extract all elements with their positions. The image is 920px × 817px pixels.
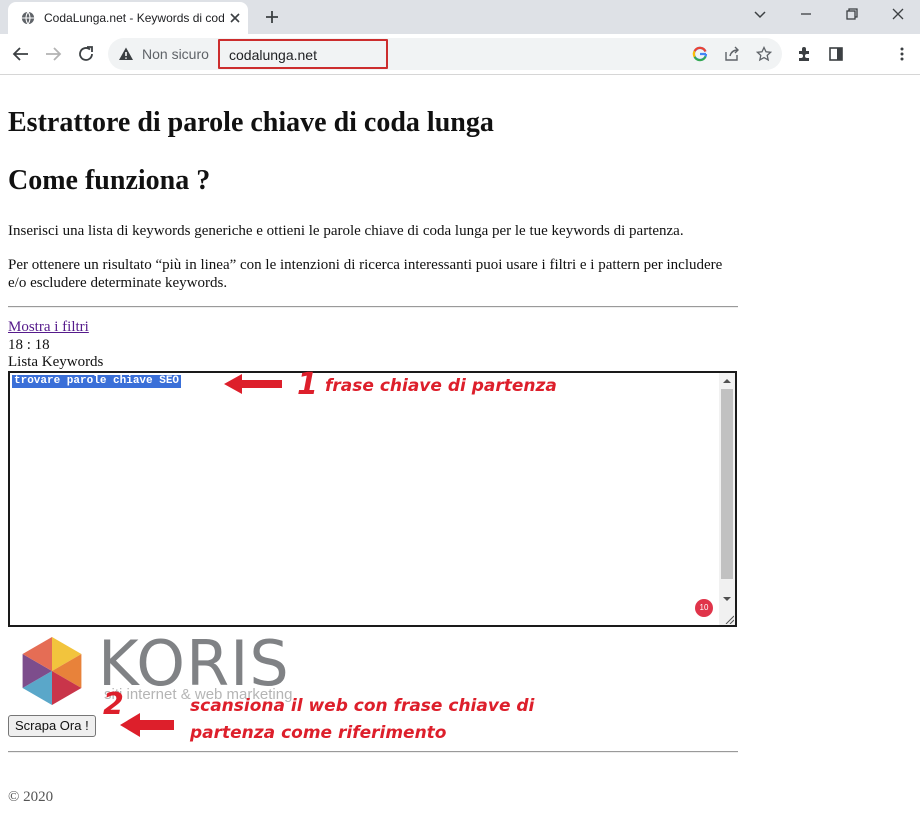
filters-paragraph: Per ottenere un risultato “più in linea”… <box>8 257 723 291</box>
close-tab-icon[interactable] <box>228 11 242 25</box>
extensions-puzzle-icon[interactable] <box>796 46 812 62</box>
url-text[interactable]: codalunga.net <box>229 47 317 63</box>
show-filters-link[interactable]: Mostra i filtri <box>8 318 89 336</box>
annotation-step-2-line-2: partenza come riferimento <box>190 723 447 743</box>
grammar-check-badge[interactable]: 10 <box>695 599 713 617</box>
keywords-label: Lista Keywords <box>8 354 104 370</box>
annotation-arrow-1-icon <box>224 374 282 394</box>
intro-paragraph: Inserisci una lista di keywords generich… <box>8 223 684 239</box>
browser-tab[interactable]: CodaLunga.net - Keywords di coda lunga <box>8 2 248 34</box>
google-lens-icon[interactable] <box>692 46 708 62</box>
warning-icon[interactable] <box>118 46 134 62</box>
tab-strip: CodaLunga.net - Keywords di coda lunga <box>0 0 920 34</box>
back-arrow-icon[interactable] <box>12 45 30 63</box>
minimize-icon[interactable] <box>798 6 814 22</box>
reload-icon[interactable] <box>77 45 95 63</box>
tab-search-icon[interactable] <box>752 6 768 22</box>
menu-kebab-icon[interactable] <box>894 46 910 62</box>
annotation-step-2-line-1: scansiona il web con frase chiave di <box>190 696 535 716</box>
address-bar[interactable]: Non sicuro codalunga.net <box>108 38 782 70</box>
new-tab-icon[interactable] <box>264 9 280 25</box>
globe-icon <box>21 11 35 25</box>
annotation-step-1-number: 1 <box>297 367 318 402</box>
scroll-up-arrow-icon[interactable] <box>723 377 731 385</box>
keyword-line-selected[interactable]: trovare parole chiave SEO <box>12 375 182 388</box>
page-title: Estrattore di parole chiave di coda lung… <box>8 107 494 138</box>
security-label[interactable]: Non sicuro <box>142 46 209 62</box>
url-highlight-box: codalunga.net <box>218 39 388 69</box>
share-icon[interactable] <box>724 46 740 62</box>
forward-arrow-icon[interactable] <box>44 45 62 63</box>
color-wheel-logo-icon <box>22 637 82 705</box>
annotation-arrow-2-icon <box>120 713 174 737</box>
footer-copyright: © 2020 <box>8 789 54 805</box>
tab-title: CodaLunga.net - Keywords di coda lunga <box>44 11 224 25</box>
scrape-now-button[interactable]: Scrapa Ora ! <box>8 715 96 737</box>
browser-toolbar: Non sicuro codalunga.net <box>0 34 920 75</box>
side-panel-icon[interactable] <box>828 46 844 62</box>
keywords-textarea[interactable]: trovare parole chiave SEO ——————————————… <box>8 371 737 627</box>
restore-icon[interactable] <box>844 6 860 22</box>
textarea-scrollbar[interactable] <box>719 373 735 625</box>
scroll-down-arrow-icon[interactable] <box>723 595 731 603</box>
textarea-overflow-text: ———————————————————————————————— <box>12 618 312 621</box>
divider-top <box>8 306 738 308</box>
divider-bottom <box>8 751 738 753</box>
scroll-thumb[interactable] <box>721 389 733 579</box>
counter-text: 18 : 18 <box>8 337 50 353</box>
close-window-icon[interactable] <box>890 6 906 22</box>
bookmark-star-icon[interactable] <box>756 46 772 62</box>
annotation-step-1-text: frase chiave di partenza <box>325 376 557 396</box>
resize-handle-icon[interactable] <box>724 614 734 624</box>
section-heading: Come funziona ? <box>8 165 211 196</box>
